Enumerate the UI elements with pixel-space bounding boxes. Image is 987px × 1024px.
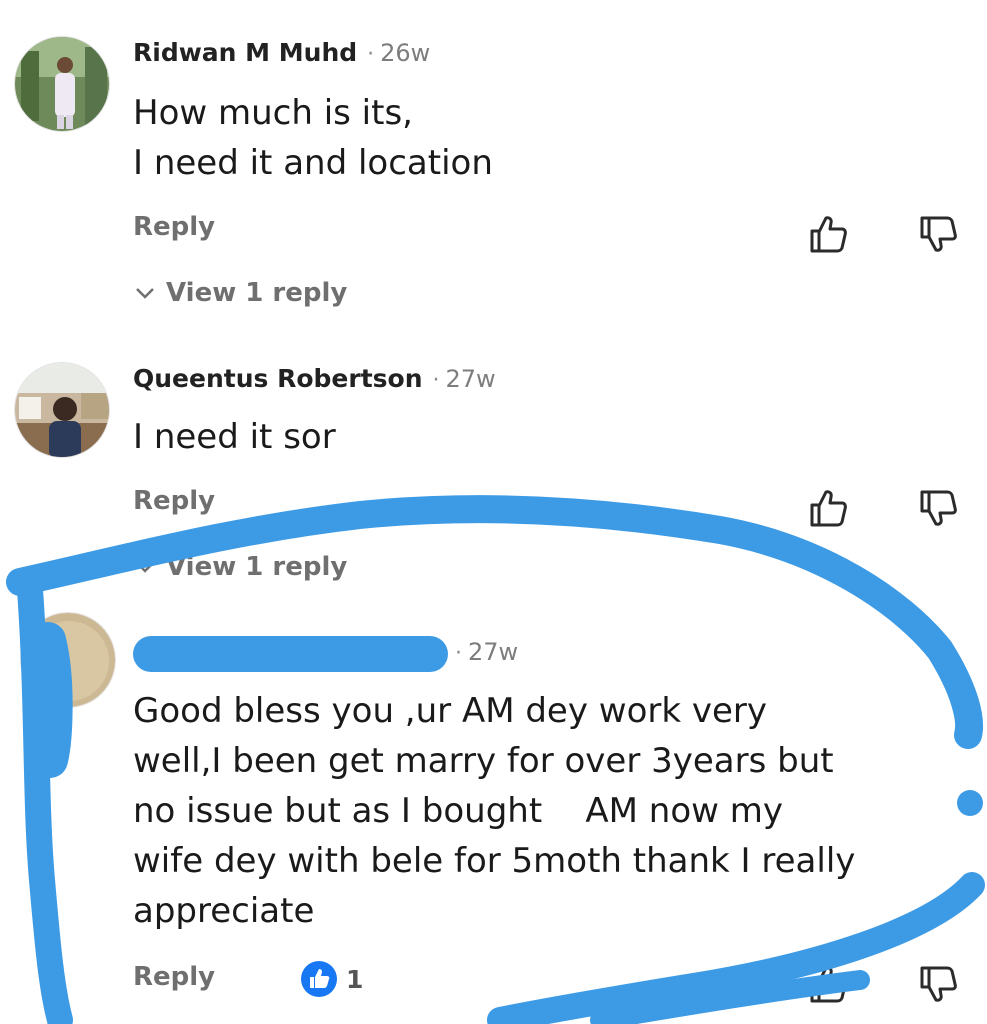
comment-text-line: I need it and location (133, 143, 493, 183)
chevron-down-icon (136, 288, 154, 299)
comment-text-line: no issue but as I bought AM now my (133, 791, 784, 831)
comment-text: I need it sor (133, 412, 973, 462)
liked-badge-icon (301, 961, 337, 997)
chevron-down-icon (136, 562, 154, 573)
thumbs-up-icon[interactable] (806, 486, 850, 530)
comment-time: 27w (468, 638, 519, 666)
reply-button[interactable]: Reply (133, 962, 215, 992)
separator-dot: · (455, 641, 462, 666)
comment-text-line: wife dey with bele for 5moth thank I rea… (133, 841, 856, 881)
view-replies-label: View 1 reply (166, 552, 348, 582)
view-replies-button[interactable]: View 1 reply (134, 552, 347, 582)
like-count-badge: 1 (300, 960, 363, 998)
like-count: 1 (346, 964, 364, 994)
author-name[interactable]: Ridwan M Muhd (133, 38, 357, 67)
thumbs-down-icon[interactable] (916, 486, 960, 530)
separator-dot: · (432, 368, 440, 393)
comment-time: 27w (445, 365, 496, 393)
comment-text-line: well,I been get marry for over 3years bu… (133, 741, 834, 781)
thumbs-down-icon[interactable] (916, 962, 960, 1006)
author-name[interactable]: Queentus Robertson (133, 364, 423, 393)
view-replies-button[interactable]: View 1 reply (134, 278, 347, 308)
avatar[interactable] (20, 612, 116, 708)
comment-text-line: appreciate (133, 891, 315, 931)
comment-header: Queentus Robertson · 27w (133, 364, 496, 393)
thumbs-down-icon[interactable] (916, 212, 960, 256)
reply-button[interactable]: Reply (133, 486, 215, 516)
thumbs-up-icon[interactable] (806, 962, 850, 1006)
view-replies-label: View 1 reply (166, 278, 348, 308)
name-redaction-mark (133, 636, 448, 672)
comment-text-line: Good bless you ,ur AM dey work very (133, 691, 767, 731)
reply-button[interactable]: Reply (133, 212, 215, 242)
separator-dot: · (367, 42, 375, 67)
thumbs-up-icon[interactable] (806, 212, 850, 256)
comment-time: 26w (380, 39, 431, 67)
avatar[interactable] (14, 362, 110, 458)
avatar[interactable] (14, 36, 110, 132)
comment-header: Ridwan M Muhd · 26w (133, 38, 430, 67)
comment-text: How much is its, I need it and location (133, 88, 973, 188)
comment-text: Good bless you ,ur AM dey work very well… (133, 686, 973, 936)
comment-text-line: How much is its, (133, 93, 413, 133)
comment-text-line: I need it sor (133, 417, 336, 457)
